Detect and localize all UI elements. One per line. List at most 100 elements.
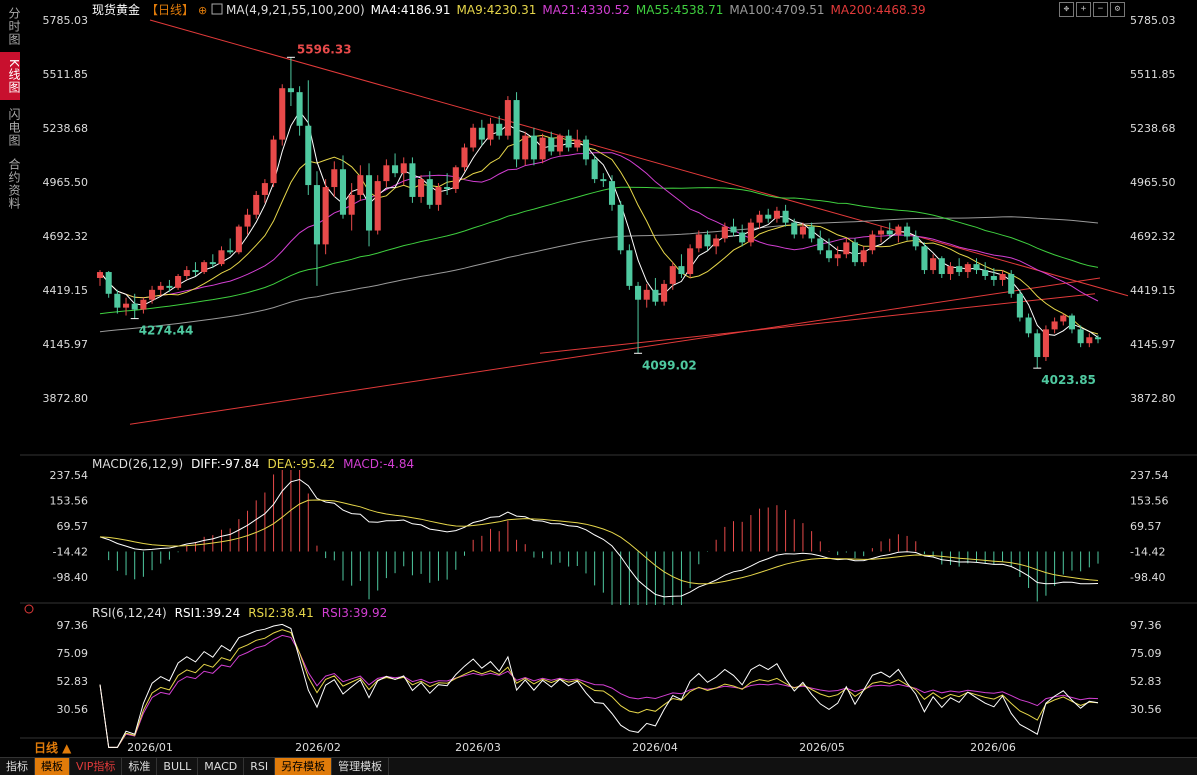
- candle-body: [1094, 337, 1102, 340]
- rsi-header-2: RSI2:38.41: [248, 606, 314, 620]
- tab-vip-indicator[interactable]: VIP指标: [70, 758, 123, 775]
- macd-right-tick: -98.40: [1130, 571, 1165, 584]
- candle-body: [973, 264, 980, 271]
- candle-body: [678, 266, 685, 275]
- tab-save-template[interactable]: 另存模板: [275, 758, 333, 775]
- candle-body: [1086, 337, 1093, 344]
- candle-body: [791, 222, 798, 235]
- tab-standard[interactable]: 标准: [122, 758, 158, 775]
- candle-body: [418, 179, 425, 197]
- candle-body: [661, 283, 668, 302]
- rsi-right-tick: 30.56: [1130, 703, 1162, 716]
- ma-label: MA(4,9,21,55,100,200): [226, 3, 365, 17]
- candle-body: [504, 100, 511, 136]
- rsi-left-tick: 30.56: [57, 703, 89, 716]
- price-right-tick: 5511.85: [1130, 68, 1176, 81]
- candle-body: [244, 214, 251, 227]
- candle-body: [105, 272, 112, 294]
- rsi-header-0: RSI(6,12,24): [92, 606, 167, 620]
- candle-body: [895, 226, 902, 235]
- ma21-line: [99, 152, 1099, 302]
- price-left-tick: 3872.80: [43, 392, 89, 405]
- indicator-icon: [211, 3, 223, 15]
- period-label: 【日线】: [146, 3, 194, 17]
- candle-body: [348, 194, 355, 215]
- candle-body: [530, 135, 537, 160]
- chart-stage: 分时图 K线图 闪电图 合约资料 ✥ + − ⚙ 5785.03 5785.03 5…: [0, 0, 1197, 775]
- candle-body: [487, 123, 494, 140]
- candle-body: [209, 262, 216, 265]
- candle-body: [122, 303, 130, 308]
- macd-left-tick: 153.56: [50, 494, 89, 507]
- candle-body: [591, 159, 598, 180]
- candle-body: [982, 270, 989, 276]
- price-right-tick: 3872.80: [1130, 392, 1176, 405]
- candle-body: [261, 183, 268, 195]
- candle-body: [1025, 317, 1032, 334]
- rsi-header-3: RSI3:39.92: [322, 606, 388, 620]
- candle-body: [496, 123, 503, 136]
- ma9-line: [99, 134, 1099, 335]
- candle-body: [713, 238, 720, 247]
- ma-value-4: MA100:4709.51: [729, 3, 824, 17]
- macd-left-tick: -98.40: [53, 571, 88, 584]
- candle-body: [513, 100, 520, 160]
- price-left-tick: 5511.85: [43, 68, 89, 81]
- candle-body: [556, 135, 563, 152]
- candle-body: [721, 226, 728, 239]
- candle-body: [600, 179, 607, 182]
- tab-bull[interactable]: BULL: [157, 758, 199, 775]
- macd-left-tick: 69.57: [57, 520, 89, 533]
- candle-body: [643, 289, 650, 300]
- tab-indicator[interactable]: 指标: [0, 758, 35, 775]
- tab-macd[interactable]: MACD: [198, 758, 245, 775]
- bottom-toolbar: 指标 模板 VIP指标 标准 BULL MACD RSI 另存模板 管理模板: [0, 757, 1197, 775]
- candle-body: [1060, 315, 1067, 322]
- candle-body: [704, 234, 711, 247]
- candle-body: [843, 242, 850, 255]
- candle-body: [227, 250, 234, 253]
- price-right-tick: 4145.97: [1130, 338, 1176, 351]
- candle-body: [921, 246, 928, 271]
- candle-body: [886, 230, 893, 235]
- candle-body: [695, 234, 702, 249]
- chart-svg: 5785.03 5785.03 5511.85 5511.85 5238.68 5238.…: [20, 2, 1197, 755]
- ma-value-5: MA200:4468.39: [831, 3, 926, 17]
- macd-right-tick: 69.57: [1130, 520, 1162, 533]
- trend-line-resistance: [149, 19, 1129, 297]
- price-left-tick: 4692.32: [43, 230, 89, 243]
- candle-body: [192, 270, 199, 273]
- candle-body: [166, 285, 173, 288]
- tab-manage-template[interactable]: 管理模板: [332, 758, 390, 775]
- candle-body: [331, 169, 338, 188]
- tab-rsi[interactable]: RSI: [244, 758, 276, 775]
- candle-body: [808, 226, 815, 239]
- candle-body: [305, 125, 312, 186]
- candle-body: [374, 181, 381, 231]
- rsi2-line: [99, 629, 1099, 748]
- rsi-right-tick: 97.36: [1130, 619, 1162, 632]
- add-icon: ⊕: [198, 4, 207, 17]
- candle-body: [365, 175, 373, 231]
- macd-header-3: MACD:-4.84: [343, 457, 414, 471]
- candle-body: [756, 214, 763, 223]
- candle-body: [834, 254, 841, 259]
- candle-body: [565, 135, 572, 148]
- candle-body: [1068, 315, 1076, 330]
- candle-body: [747, 222, 754, 243]
- candle-body: [1008, 274, 1015, 294]
- x-tick-label: 2026/05: [799, 741, 845, 754]
- candle-body: [140, 299, 147, 310]
- candle-body: [322, 187, 329, 245]
- x-tick-label: 2026/01: [127, 741, 173, 754]
- candle-body: [956, 266, 963, 273]
- candle-body: [773, 210, 780, 219]
- macd-left-tick: 237.54: [50, 469, 89, 482]
- x-tick-label: 2026/02: [295, 741, 341, 754]
- tab-template[interactable]: 模板: [35, 758, 70, 775]
- candle-body: [669, 266, 676, 284]
- annotation-high: 5596.33: [297, 42, 352, 56]
- price-left-tick: 4965.50: [43, 176, 89, 189]
- candle-body: [799, 226, 806, 235]
- candle-body: [860, 250, 867, 263]
